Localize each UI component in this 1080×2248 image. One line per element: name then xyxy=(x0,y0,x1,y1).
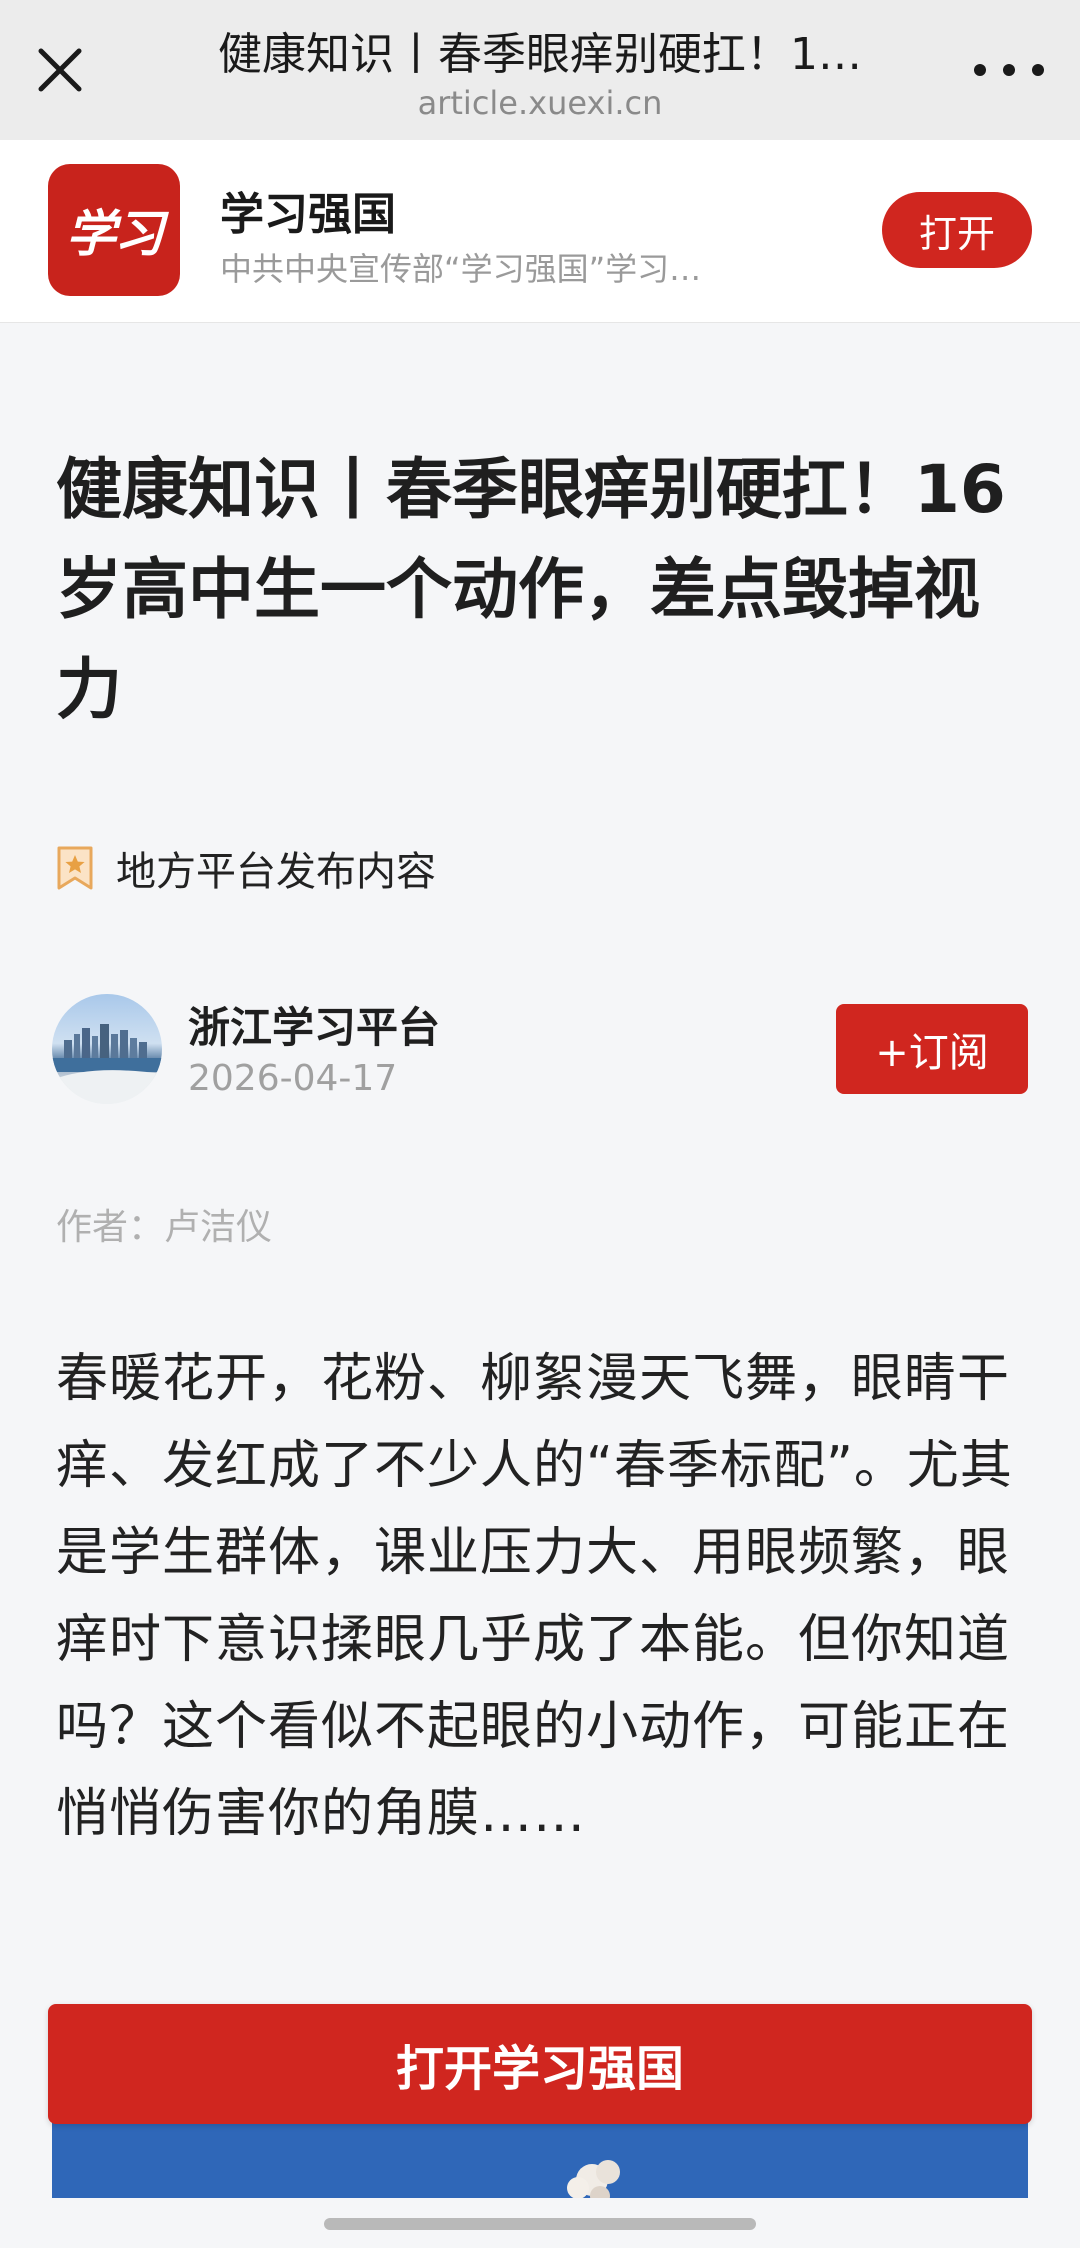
app-logo: 学习 xyxy=(48,164,180,296)
app-logo-text: 学习 xyxy=(66,204,164,263)
more-options-button[interactable] xyxy=(974,50,1044,90)
article-body: 春暖花开，花粉、柳絮漫天飞舞，眼睛干痒、发红成了不少人的“春季标配”。尤其是学生… xyxy=(56,1349,1013,1844)
city-skyline-avatar xyxy=(52,1024,162,1104)
subscribe-button[interactable]: +订阅 xyxy=(836,1004,1028,1094)
open-app-small-button[interactable]: 打开 xyxy=(882,192,1032,268)
article-author: 作者：卢洁仪 xyxy=(56,1207,273,1248)
page-url: article.xuexi.cn xyxy=(417,84,663,122)
more-icon-dot xyxy=(1003,64,1015,76)
app-name: 学习强国 xyxy=(220,189,396,240)
more-icon-dot xyxy=(1032,64,1044,76)
close-icon xyxy=(38,48,82,92)
tag-label: 地方平台发布内容 xyxy=(116,849,436,895)
bookmark-star-icon xyxy=(57,846,93,890)
publish-date: 2026-04-17 xyxy=(188,1058,398,1099)
source-name[interactable]: 浙江学习平台 xyxy=(188,994,440,1055)
app-description: 中共中央宣传部“学习强国”学习… xyxy=(220,250,702,288)
home-indicator[interactable] xyxy=(324,2218,756,2230)
top-nav-bar: 健康知识丨春季眼痒别硬扛！1… article.xuexi.cn xyxy=(0,0,1080,140)
close-button[interactable] xyxy=(28,38,92,102)
open-xuexi-app-button[interactable]: 打开学习强国 xyxy=(48,2004,1032,2124)
app-promo-banner: 学习 学习强国 中共中央宣传部“学习强国”学习… 打开 xyxy=(0,140,1080,323)
content-source-tag: 地方平台发布内容 xyxy=(56,838,436,898)
page-title: 健康知识丨春季眼痒别硬扛！1… xyxy=(218,29,862,80)
source-info: 浙江学习平台 2026-04-17 +订阅 xyxy=(52,994,1028,1106)
blossom-image xyxy=(567,2160,620,2198)
source-avatar[interactable] xyxy=(52,994,162,1104)
article-headline: 健康知识丨春季眼痒别硬扛！16岁高中生一个动作，差点毁掉视力 xyxy=(56,451,1006,728)
more-icon xyxy=(974,64,986,76)
article-image xyxy=(52,2118,1028,2198)
